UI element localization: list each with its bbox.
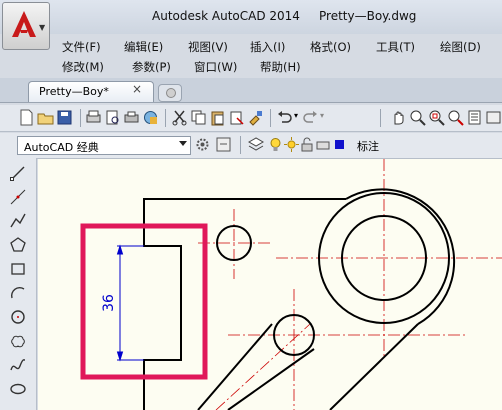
copy-icon[interactable]: [190, 109, 207, 126]
workspace-toolbar: AutoCAD 经典 标注: [0, 133, 502, 159]
toolbar-separator: [80, 109, 81, 127]
zoom-window-icon[interactable]: [428, 109, 445, 126]
paste-special-icon[interactable]: [228, 109, 245, 126]
chevron-down-icon: [179, 141, 187, 146]
menu-view[interactable]: 视图(V): [188, 39, 228, 55]
3d-print-icon[interactable]: [142, 109, 159, 126]
revision-cloud-icon[interactable]: [9, 332, 27, 350]
plot-preview-icon[interactable]: [104, 109, 121, 126]
workspace-dropdown[interactable]: AutoCAD 经典: [17, 136, 191, 155]
menu-help[interactable]: 帮助(H): [260, 59, 301, 75]
drawing-geometry: 36: [80, 159, 502, 410]
app-menu-caret-icon: ▼: [39, 23, 46, 32]
menu-window[interactable]: 窗口(W): [194, 59, 237, 75]
menu-draw[interactable]: 绘图(D): [440, 39, 481, 55]
new-file-icon[interactable]: [18, 109, 35, 126]
publish-icon[interactable]: [123, 109, 140, 126]
title-bar: Autodesk AutoCAD 2014 Pretty—Boy.dwg: [0, 0, 502, 34]
line-tool-icon[interactable]: [9, 164, 27, 182]
layer-plot-icon[interactable]: [315, 136, 332, 153]
menu-file[interactable]: 文件(F): [62, 39, 101, 55]
ellipse-tool-icon[interactable]: [9, 380, 27, 398]
menu-tools[interactable]: 工具(T): [376, 39, 415, 55]
construction-line-icon[interactable]: [9, 188, 27, 206]
menu-bar: 文件(F) 编辑(E) 视图(V) 插入(I) 格式(O) 工具(T) 绘图(D…: [52, 34, 502, 78]
autocad-logo-icon: [12, 11, 36, 37]
open-folder-icon[interactable]: [37, 109, 54, 126]
print-icon[interactable]: [85, 109, 102, 126]
redo-icon[interactable]: [302, 109, 319, 126]
drawing-canvas[interactable]: 36: [38, 159, 502, 410]
layer-lock-icon[interactable]: [299, 136, 316, 153]
workspace-selected-label: AutoCAD 经典: [24, 141, 99, 154]
sun-thaw-icon[interactable]: [283, 136, 300, 153]
arc-tool-icon[interactable]: [9, 284, 27, 302]
save-icon[interactable]: [56, 109, 73, 126]
spline-tool-icon[interactable]: [9, 356, 27, 374]
window-title: Autodesk AutoCAD 2014 Pretty—Boy.dwg: [152, 9, 417, 23]
toolbar-separator: [270, 109, 271, 127]
toolbar-separator: [240, 136, 241, 154]
match-properties-icon[interactable]: [247, 109, 264, 126]
redo-dropdown-icon[interactable]: ▾: [320, 111, 324, 120]
rectangle-tool-icon[interactable]: [9, 260, 27, 278]
menu-format[interactable]: 格式(O): [310, 39, 351, 55]
application-menu-button[interactable]: ▼: [2, 2, 50, 50]
layer-properties-icon[interactable]: [247, 136, 264, 153]
circle-tool-icon[interactable]: [9, 308, 27, 326]
zoom-previous-icon[interactable]: [447, 109, 464, 126]
pan-hand-icon[interactable]: [390, 109, 407, 126]
zoom-realtime-icon[interactable]: [409, 109, 426, 126]
layer-color-swatch-icon[interactable]: [331, 136, 348, 153]
undo-dropdown-icon[interactable]: ▾: [294, 111, 298, 120]
standard-toolbar: ▾ ▾: [0, 105, 502, 132]
new-tab-button[interactable]: [158, 84, 182, 102]
menu-parametric[interactable]: 参数(P): [132, 59, 171, 75]
design-center-icon[interactable]: [485, 109, 502, 126]
file-tab-label: Pretty—Boy*: [39, 85, 109, 98]
lightbulb-on-icon[interactable]: [267, 136, 284, 153]
draw-toolbar: [0, 158, 37, 410]
properties-icon[interactable]: [466, 109, 483, 126]
toolbar-separator: [165, 109, 166, 127]
paste-icon[interactable]: [209, 109, 226, 126]
dimension-text: 36: [101, 294, 117, 312]
current-layer-name[interactable]: 标注: [357, 138, 379, 154]
menu-modify[interactable]: 修改(M): [62, 59, 104, 75]
toolbar-separator: [380, 109, 381, 127]
polyline-tool-icon[interactable]: [9, 212, 27, 230]
menu-edit[interactable]: 编辑(E): [124, 39, 163, 55]
menu-insert[interactable]: 插入(I): [250, 39, 285, 55]
polygon-tool-icon[interactable]: [9, 236, 27, 254]
file-tab-strip: Pretty—Boy* ×: [0, 78, 502, 103]
workspace-settings-gear-icon[interactable]: [194, 136, 211, 153]
undo-icon[interactable]: [276, 109, 293, 126]
customize-workspace-icon[interactable]: [215, 136, 232, 153]
cut-icon[interactable]: [171, 109, 188, 126]
close-tab-icon[interactable]: ×: [132, 82, 142, 96]
dimension-geometry: [116, 244, 144, 362]
